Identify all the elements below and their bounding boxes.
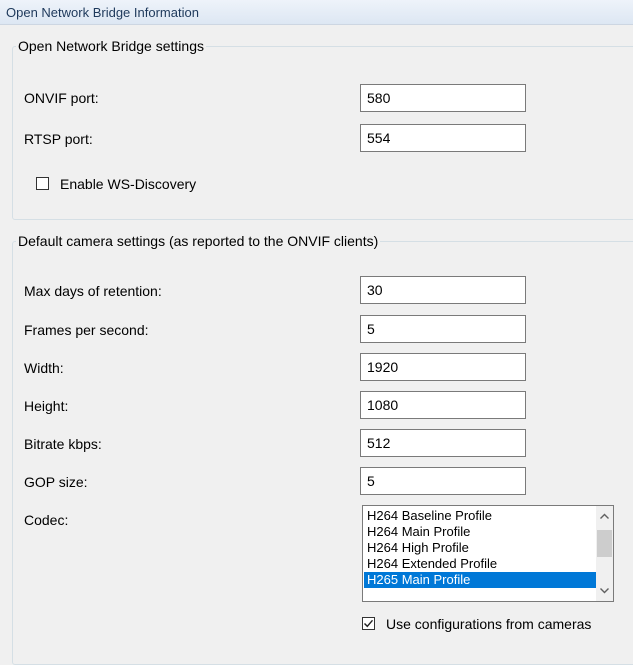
onvif-port-input[interactable]: 580 [360, 84, 526, 112]
height-label: Height: [24, 398, 69, 414]
use-camera-config-label[interactable]: Use configurations from cameras [386, 616, 591, 632]
codec-option[interactable]: H264 High Profile [364, 540, 596, 556]
scroll-thumb[interactable] [597, 530, 612, 557]
gop-input[interactable]: 5 [360, 467, 526, 495]
bridge-settings-legend: Open Network Bridge settings [16, 38, 206, 54]
onvif-port-label: ONVIF port: [24, 90, 99, 106]
scroll-up-arrow-icon[interactable] [596, 508, 613, 525]
gop-label: GOP size: [24, 474, 88, 490]
use-camera-config-checkbox[interactable] [362, 617, 375, 630]
max-days-input[interactable]: 30 [360, 276, 526, 304]
rtsp-port-input[interactable]: 554 [360, 124, 526, 152]
bitrate-label: Bitrate kbps: [24, 436, 102, 452]
max-days-label: Max days of retention: [24, 283, 162, 299]
ws-discovery-checkbox[interactable] [36, 177, 49, 190]
ws-discovery-label[interactable]: Enable WS-Discovery [60, 176, 196, 192]
codec-label: Codec: [24, 512, 69, 528]
checkmark-icon [364, 619, 374, 628]
fps-input[interactable]: 5 [360, 315, 526, 343]
bitrate-input[interactable]: 512 [360, 429, 526, 457]
width-input[interactable]: 1920 [360, 353, 526, 381]
bridge-settings-group: Open Network Bridge settings [12, 38, 633, 220]
window-title: Open Network Bridge Information [6, 5, 199, 20]
height-input[interactable]: 1080 [360, 391, 526, 419]
codec-option[interactable]: H264 Extended Profile [364, 556, 596, 572]
codec-option[interactable]: H264 Main Profile [364, 524, 596, 540]
scroll-down-arrow-icon[interactable] [596, 582, 613, 599]
codec-option[interactable]: H264 Baseline Profile [364, 508, 596, 524]
codec-listbox[interactable]: H264 Baseline Profile H264 Main Profile … [362, 505, 614, 602]
camera-settings-legend: Default camera settings (as reported to … [16, 233, 381, 249]
codec-option-selected[interactable]: H265 Main Profile [364, 572, 596, 588]
codec-scrollbar[interactable] [596, 506, 613, 601]
fps-label: Frames per second: [24, 322, 149, 338]
rtsp-port-label: RTSP port: [24, 131, 93, 147]
window-title-bar: Open Network Bridge Information [0, 0, 633, 25]
width-label: Width: [24, 360, 64, 376]
